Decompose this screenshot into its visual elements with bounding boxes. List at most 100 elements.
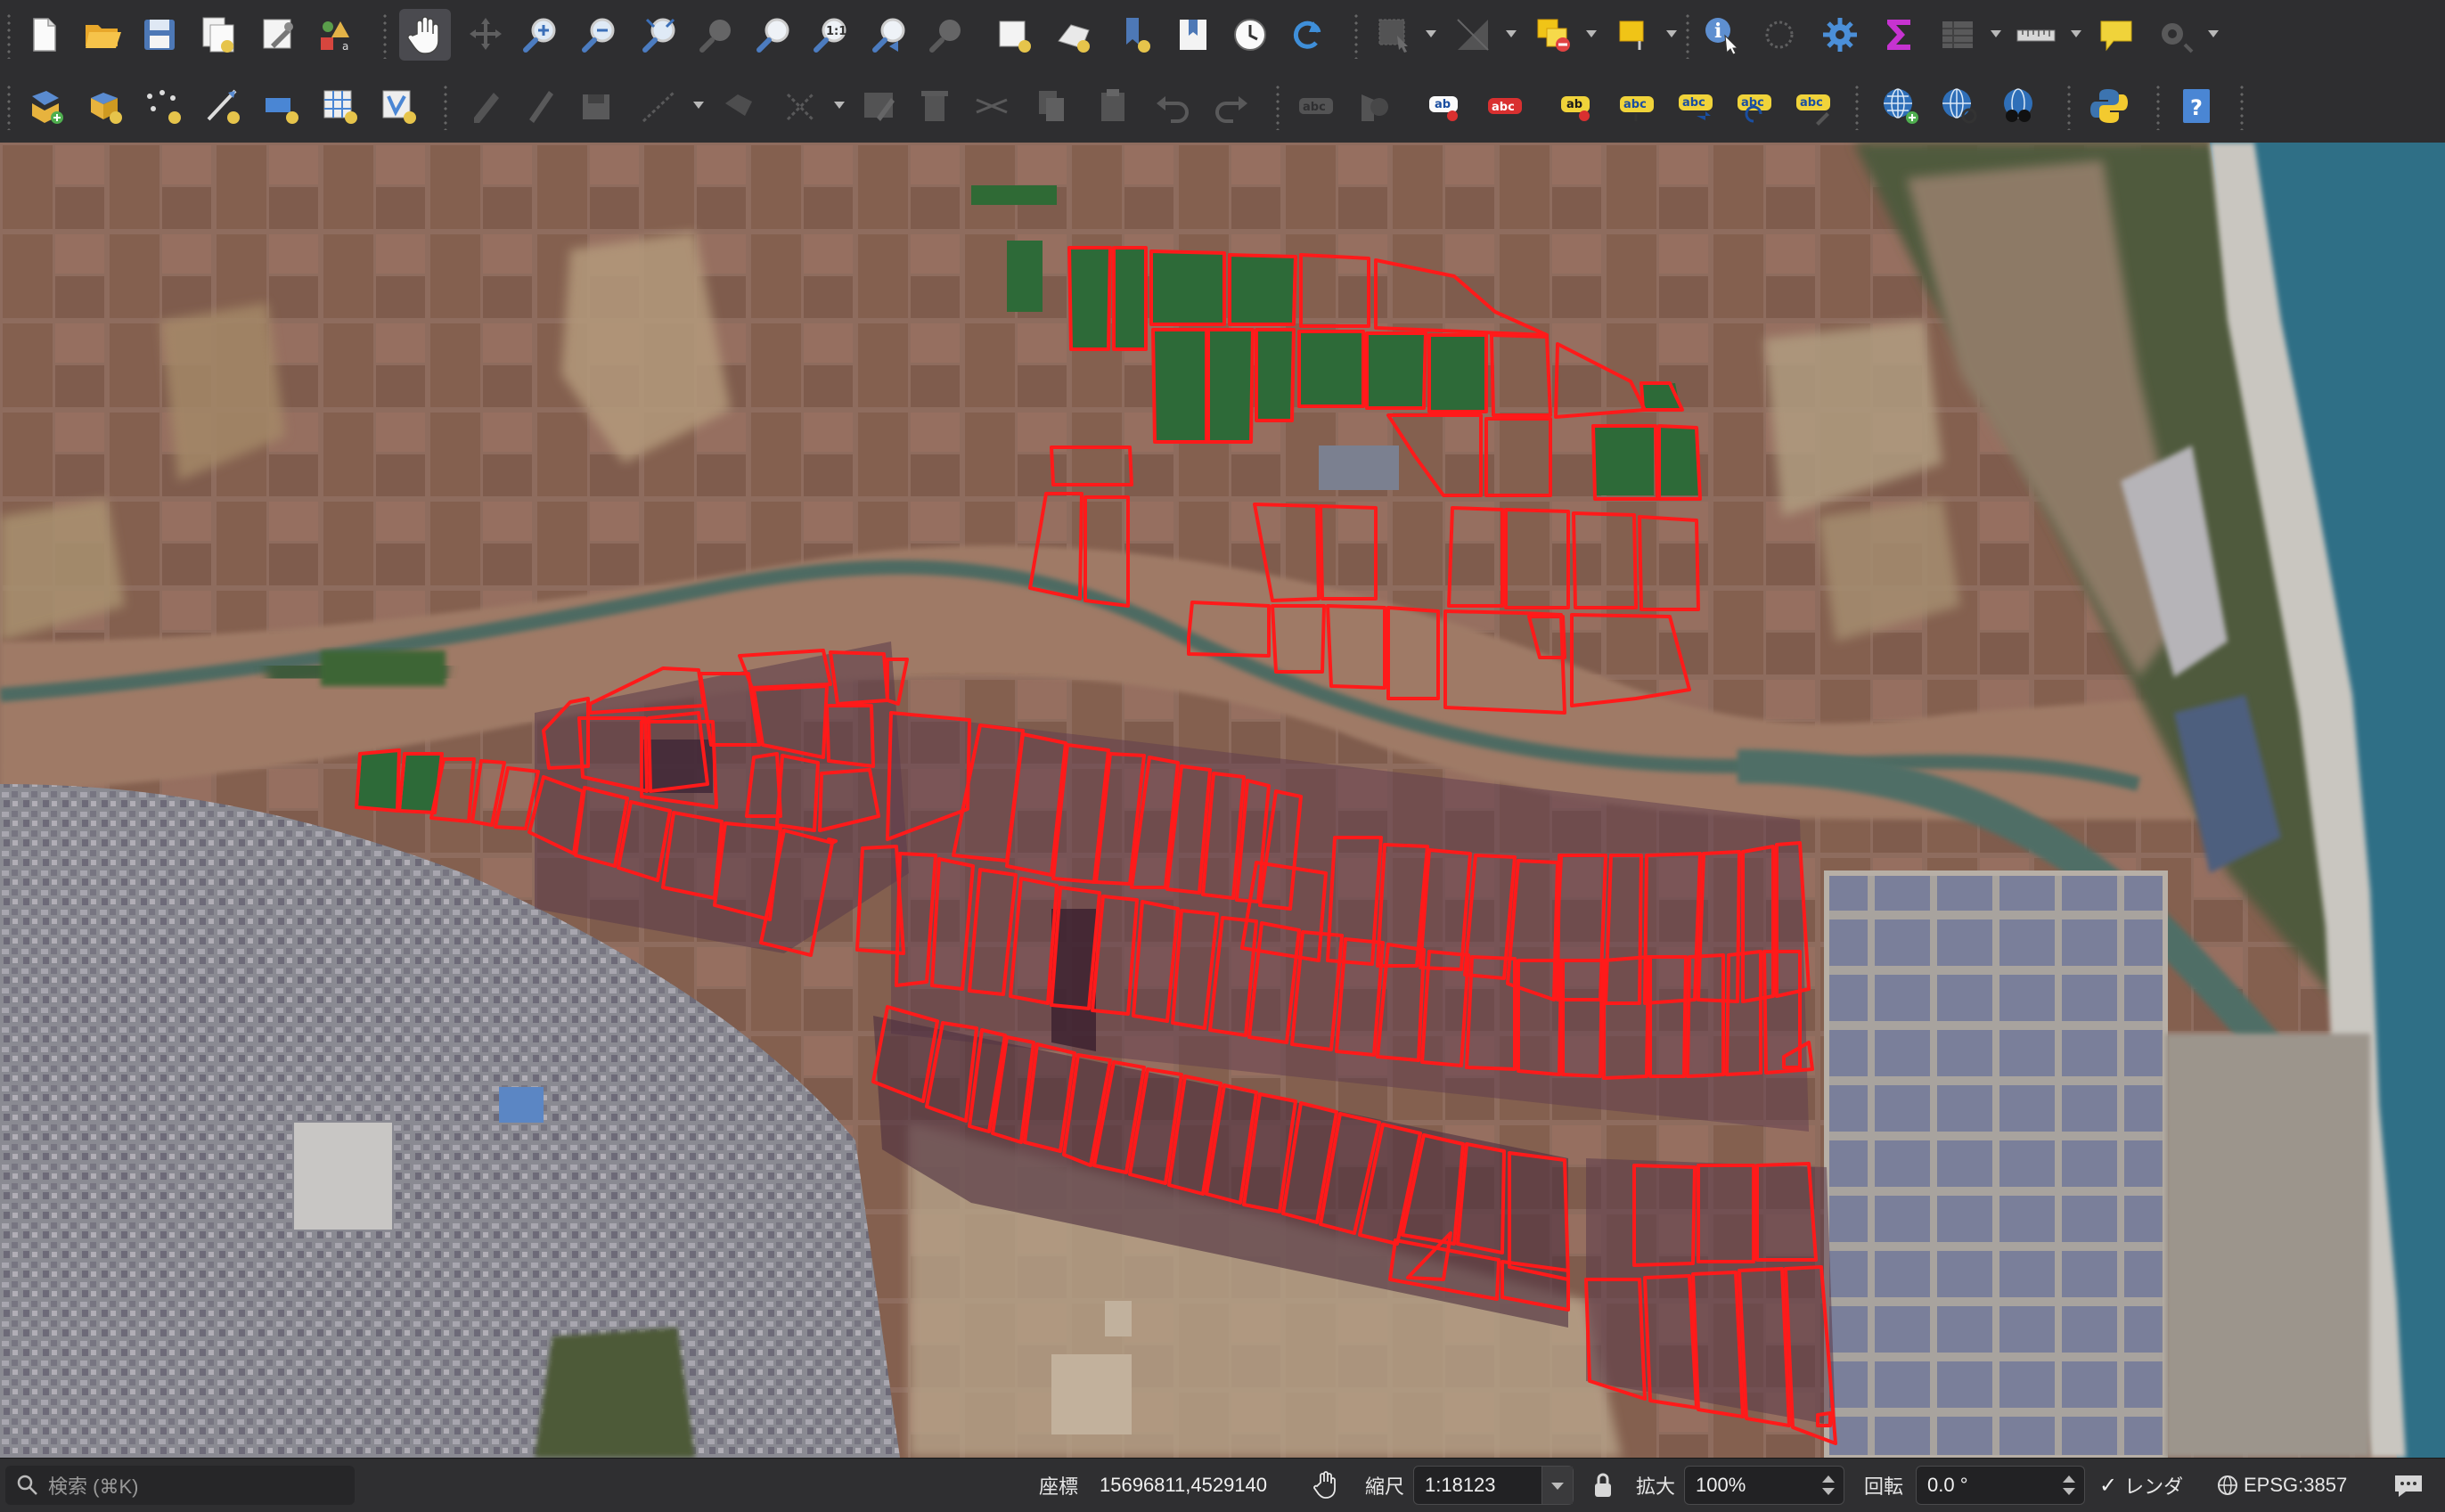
render-checkbox[interactable]: ✓ レンダ <box>2099 1459 2183 1512</box>
python-console-icon[interactable] <box>2083 80 2135 132</box>
spin-up-icon[interactable] <box>1822 1475 1835 1483</box>
deselect-features-icon[interactable] <box>1447 9 1499 61</box>
annotation-icon[interactable] <box>2149 9 2201 61</box>
zoom-to-layer-icon[interactable] <box>748 9 800 61</box>
toolbar-grip[interactable] <box>2065 84 2073 130</box>
add-vector-layer-icon[interactable] <box>20 80 71 132</box>
deselect-dropdown-icon[interactable] <box>1506 30 1517 37</box>
coordinate-field[interactable]: 15696811,4529140 <box>1089 1466 1304 1505</box>
zoom-next-icon[interactable] <box>921 9 973 61</box>
extents-toggle-icon[interactable] <box>1313 1459 1340 1512</box>
label-move-icon[interactable]: abc <box>1670 80 1721 132</box>
new-map-view-icon[interactable] <box>989 9 1041 61</box>
locator-search-box[interactable]: 検索 (⌘K) <box>5 1466 355 1505</box>
new-virtual-layer-icon[interactable] <box>314 80 365 132</box>
identify-features-icon[interactable]: i <box>1697 9 1748 61</box>
toolbar-grip[interactable] <box>1684 12 1691 59</box>
paste-features-icon[interactable] <box>1087 80 1139 132</box>
label-tool-icon[interactable]: abc <box>1290 80 1342 132</box>
digitize-line-icon[interactable] <box>633 80 684 132</box>
current-edits-icon[interactable] <box>460 80 511 132</box>
select-by-location-icon[interactable] <box>1607 9 1659 61</box>
rotation-spinbox[interactable]: 0.0 ° <box>1916 1466 2085 1505</box>
crs-button[interactable]: EPSG:3857 <box>2217 1459 2347 1512</box>
layout-manager-icon[interactable]: a <box>310 9 362 61</box>
save-project-icon[interactable] <box>134 9 185 61</box>
undo-icon[interactable] <box>1148 80 1199 132</box>
digitize-dropdown-icon[interactable] <box>693 102 704 109</box>
toolbar-grip[interactable] <box>1274 84 1281 130</box>
edit-table-icon[interactable] <box>854 80 905 132</box>
new-point-layer-icon[interactable] <box>137 80 189 132</box>
new-project-icon[interactable] <box>18 9 70 61</box>
select-features-icon[interactable] <box>1369 9 1420 61</box>
label-pin-icon[interactable]: ab <box>1420 80 1472 132</box>
zoom-native-resolution-icon[interactable]: 1:1 <box>805 9 857 61</box>
toolbar-grip[interactable] <box>1353 12 1360 59</box>
toolbar-grip[interactable] <box>381 12 388 59</box>
attribute-table-dropdown-icon[interactable] <box>1991 30 2001 37</box>
add-spatialite-layer-icon[interactable] <box>78 80 130 132</box>
new-line-layer-icon[interactable] <box>196 80 248 132</box>
spin-down-icon[interactable] <box>2063 1488 2075 1495</box>
temporal-controller-icon[interactable] <box>1224 9 1276 61</box>
zoom-to-selection-icon[interactable] <box>691 9 743 61</box>
spin-down-icon[interactable] <box>1822 1488 1835 1495</box>
delete-selected-icon[interactable] <box>909 80 961 132</box>
map-tips-icon[interactable] <box>2090 9 2142 61</box>
annotation-dropdown-icon[interactable] <box>2208 30 2219 37</box>
new-print-layout-icon[interactable] <box>192 9 244 61</box>
toolbar-grip[interactable] <box>5 12 12 59</box>
map-canvas[interactable] <box>0 143 2445 1458</box>
toolbar-grip[interactable] <box>2238 84 2245 130</box>
toolbar-grip[interactable] <box>5 84 12 130</box>
label-show-hide-icon[interactable]: abc <box>1479 80 1531 132</box>
label-highlight-pinned-icon[interactable]: ab <box>1552 80 1604 132</box>
cut-features-icon[interactable] <box>966 80 1018 132</box>
zoom-full-icon[interactable] <box>634 9 686 61</box>
add-wms-layer-icon[interactable] <box>1875 80 1926 132</box>
open-project-icon[interactable] <box>77 9 128 61</box>
new-3d-map-view-icon[interactable] <box>1048 9 1100 61</box>
show-bookmarks-icon[interactable] <box>1167 9 1219 61</box>
label-unpin-icon[interactable]: abc <box>1611 80 1663 132</box>
toggle-editing-icon[interactable] <box>513 80 565 132</box>
refresh-icon[interactable] <box>1281 9 1333 61</box>
vertex-tool-icon[interactable] <box>713 80 765 132</box>
add-wfs-layer-icon[interactable] <box>1934 80 1985 132</box>
messages-icon[interactable] <box>2393 1459 2424 1512</box>
statistical-summary-icon[interactable] <box>1873 9 1925 61</box>
save-layer-edits-icon[interactable] <box>570 80 622 132</box>
help-icon[interactable]: ? <box>2171 80 2222 132</box>
zoom-in-icon[interactable] <box>515 9 567 61</box>
toolbar-grip[interactable] <box>2155 84 2162 130</box>
magnifier-spinbox[interactable]: 100% <box>1684 1466 1844 1505</box>
zoom-last-icon[interactable] <box>864 9 916 61</box>
open-attribute-table-icon[interactable] <box>1932 9 1983 61</box>
scale-combobox[interactable]: 1:18123 <box>1413 1466 1574 1505</box>
zoom-out-icon[interactable] <box>574 9 626 61</box>
action-icon[interactable] <box>1754 9 1805 61</box>
metasearch-icon[interactable] <box>1992 80 2044 132</box>
spin-up-icon[interactable] <box>2063 1475 2075 1483</box>
measure-dropdown-icon[interactable] <box>2071 30 2081 37</box>
modify-attributes-icon[interactable] <box>775 80 827 132</box>
select-features-dropdown-icon[interactable] <box>1426 30 1436 37</box>
layer-diagram-icon[interactable] <box>1347 80 1399 132</box>
style-manager-icon[interactable] <box>253 9 305 61</box>
new-geopackage-layer-icon[interactable] <box>372 80 424 132</box>
label-change-icon[interactable]: abc <box>1787 80 1839 132</box>
select-by-expression-dropdown-icon[interactable] <box>1586 30 1597 37</box>
new-polygon-layer-icon[interactable] <box>255 80 307 132</box>
copy-features-icon[interactable] <box>1026 80 1078 132</box>
redo-icon[interactable] <box>1205 80 1256 132</box>
toolbar-grip[interactable] <box>442 84 449 130</box>
select-by-location-dropdown-icon[interactable] <box>1666 30 1677 37</box>
select-by-expression-icon[interactable] <box>1527 9 1579 61</box>
scale-dropdown-button[interactable] <box>1541 1467 1573 1504</box>
pan-to-selection-icon[interactable] <box>460 9 511 61</box>
modify-dropdown-icon[interactable] <box>834 102 845 109</box>
toolbar-grip[interactable] <box>1853 84 1860 130</box>
new-bookmark-icon[interactable] <box>1110 9 1162 61</box>
pan-map-icon[interactable] <box>399 9 451 61</box>
